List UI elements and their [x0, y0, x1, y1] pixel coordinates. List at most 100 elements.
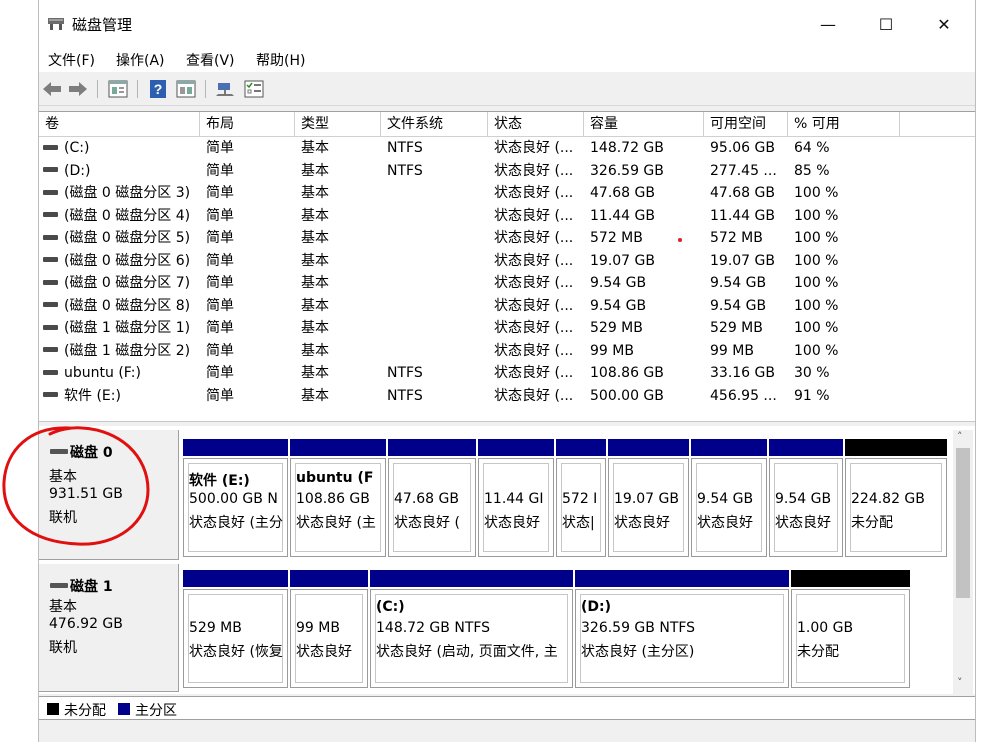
volume-cell: 状态良好 (...: [494, 137, 589, 159]
partition-status: 状态良好 (启动, 页面文件, 主: [376, 644, 558, 660]
column-header-percent-free[interactable]: % 可用: [788, 112, 900, 136]
partition-size: 11.44 GI: [484, 491, 544, 507]
menu-view[interactable]: 查看(V): [186, 50, 235, 70]
partition-block[interactable]: (D:) 326.59 GB NTFS 状态良好 (主分区): [575, 570, 789, 688]
volume-row[interactable]: (磁盘 0 磁盘分区 5) 简单 基本 状态良好 (... 572 MB 572 MB 10…: [39, 227, 975, 249]
partition-block[interactable]: 19.07 GB 状态良好: [608, 439, 689, 557]
partition-block[interactable]: 47.68 GB 状态良好 (: [388, 439, 476, 557]
volume-cell: 基本: [301, 272, 386, 294]
properties-button[interactable]: [107, 78, 129, 100]
volume-cell: 状态良好 (...: [494, 385, 589, 407]
volume-row[interactable]: ubuntu (F:) 简单 基本 NTFS 状态良好 (... 108.86 GB 33.…: [39, 362, 975, 384]
scrollbar-thumb[interactable]: [956, 448, 970, 598]
volume-row[interactable]: (磁盘 0 磁盘分区 8) 简单 基本 状态良好 (... 9.54 GB 9.54 GB…: [39, 295, 975, 317]
checklist-button[interactable]: [243, 78, 265, 100]
volume-cell-text: 108.86 GB: [590, 365, 664, 381]
volume-cell: 简单: [206, 205, 300, 227]
volume-cell-text: 基本: [301, 275, 329, 291]
partition-block[interactable]: ubuntu (F 108.86 GB 状态良好 (主: [290, 439, 386, 557]
volume-cell: [387, 205, 493, 227]
column-header-volume[interactable]: 卷: [39, 112, 200, 136]
volume-row[interactable]: (磁盘 0 磁盘分区 3) 简单 基本 状态良好 (... 47.68 GB 47.68 …: [39, 182, 975, 204]
connect-button[interactable]: [215, 78, 237, 100]
volume-cell: 9.54 GB: [710, 272, 793, 294]
back-button[interactable]: [41, 78, 63, 100]
volume-cell: 100 %: [794, 205, 904, 227]
view-button[interactable]: [175, 78, 197, 100]
partition-body: (C:) 148.72 GB NTFS 状态良好 (启动, 页面文件, 主: [370, 589, 573, 688]
column-header-layout[interactable]: 布局: [200, 112, 295, 136]
partition-size: 9.54 GB: [775, 491, 832, 507]
menu-action[interactable]: 操作(A): [116, 50, 165, 70]
volume-cell: 277.45 ...: [710, 160, 793, 182]
volume-icon: [43, 167, 58, 172]
properties-icon: [108, 80, 128, 98]
disk-0-label[interactable]: 磁盘 0 基本 931.51 GB 联机: [39, 430, 179, 560]
column-header-type[interactable]: 类型: [295, 112, 381, 136]
vertical-scrollbar[interactable]: ˄ ˅: [953, 430, 973, 694]
volume-cell: ubuntu (F:): [39, 362, 199, 384]
partition-status: 状态良好 (主分区): [581, 644, 695, 660]
close-button[interactable]: ✕: [921, 9, 967, 39]
partition-block[interactable]: 572 I 状态|: [556, 439, 606, 557]
volume-cell: 简单: [206, 227, 300, 249]
volume-row[interactable]: (磁盘 0 磁盘分区 4) 简单 基本 状态良好 (... 11.44 GB 11.44 …: [39, 205, 975, 227]
partition-block[interactable]: (C:) 148.72 GB NTFS 状态良好 (启动, 页面文件, 主: [370, 570, 573, 688]
column-header-capacity[interactable]: 容量: [584, 112, 704, 136]
volume-cell: NTFS: [387, 160, 493, 182]
column-header-filesystem[interactable]: 文件系统: [381, 112, 488, 136]
partition-size: 108.86 GB: [296, 491, 370, 507]
menu-help[interactable]: 帮助(H): [256, 50, 305, 70]
volume-cell: 19.07 GB: [710, 250, 793, 272]
menu-file[interactable]: 文件(F): [48, 50, 95, 70]
partition-block[interactable]: 9.54 GB 状态良好: [769, 439, 843, 557]
volume-row[interactable]: (磁盘 1 磁盘分区 2) 简单 基本 状态良好 (... 99 MB 99 MB 100 …: [39, 340, 975, 362]
partition-block[interactable]: 11.44 GI 状态良好: [478, 439, 554, 557]
disk-1-label[interactable]: 磁盘 1 基本 476.92 GB 联机: [39, 564, 179, 692]
volume-cell: 47.68 GB: [590, 182, 709, 204]
partition-type-bar: [388, 439, 476, 456]
help-button[interactable]: ?: [147, 78, 169, 100]
volume-cell-text: 基本: [301, 320, 329, 336]
partition-name: (D:): [581, 599, 612, 615]
volume-cell: 基本: [301, 295, 386, 317]
volume-cell: 简单: [206, 272, 300, 294]
column-header-free-space[interactable]: 可用空间: [704, 112, 788, 136]
volume-row[interactable]: (D:) 简单 基本 NTFS 状态良好 (... 326.59 GB 277.45 ...…: [39, 160, 975, 182]
scroll-up-icon[interactable]: ˄: [957, 430, 963, 443]
volume-cell: 基本: [301, 227, 386, 249]
partition-block[interactable]: 1.00 GB 未分配: [791, 570, 910, 688]
volume-row[interactable]: (磁盘 1 磁盘分区 1) 简单 基本 状态良好 (... 529 MB 529 MB 10…: [39, 317, 975, 339]
volume-row[interactable]: (磁盘 0 磁盘分区 6) 简单 基本 状态良好 (... 19.07 GB 19.07 …: [39, 250, 975, 272]
partition-block[interactable]: 9.54 GB 状态良好: [691, 439, 767, 557]
volume-cell: 9.54 GB: [590, 272, 709, 294]
column-header-status[interactable]: 状态: [488, 112, 584, 136]
volume-row[interactable]: 软件 (E:) 简单 基本 NTFS 状态良好 (... 500.00 GB 456.95 …: [39, 385, 975, 407]
volume-cell-text: 91 %: [794, 387, 830, 404]
volume-cell-text: 100 %: [794, 230, 839, 246]
volume-cell: NTFS: [387, 385, 493, 407]
partition-name: ubuntu (F: [296, 470, 374, 486]
volume-cell: 状态良好 (...: [494, 227, 589, 249]
toolbar-separator: [205, 80, 206, 98]
volume-cell-text: 基本: [301, 140, 329, 156]
forward-button[interactable]: [67, 78, 89, 100]
volume-row[interactable]: (磁盘 0 磁盘分区 7) 简单 基本 状态良好 (... 9.54 GB 9.54 GB…: [39, 272, 975, 294]
volume-cell-text: 状态良好 (...: [494, 162, 574, 179]
partition-type-bar: [575, 570, 789, 587]
volume-row[interactable]: (C:) 简单 基本 NTFS 状态良好 (... 148.72 GB 95.06 GB 64…: [39, 137, 975, 159]
volume-cell: 基本: [301, 250, 386, 272]
maximize-button[interactable]: ☐: [863, 9, 909, 39]
partition-block[interactable]: 99 MB 状态良好: [290, 570, 368, 688]
partition-block[interactable]: 224.82 GB 未分配: [845, 439, 947, 557]
minimize-button[interactable]: —: [805, 9, 851, 39]
scroll-down-icon[interactable]: ˅: [957, 676, 963, 689]
volume-cell-text: 简单: [206, 387, 234, 404]
volume-cell: 状态良好 (...: [494, 340, 589, 362]
volume-cell: 状态良好 (...: [494, 160, 589, 182]
volume-cell-text: 9.54 GB: [710, 297, 767, 314]
partition-name: 软件 (E:): [189, 473, 250, 489]
partition-block[interactable]: 529 MB 状态良好 (恢复: [183, 570, 288, 688]
volume-cell: 11.44 GB: [710, 205, 793, 227]
partition-block[interactable]: 软件 (E:) 500.00 GB N 状态良好 (主分: [183, 439, 288, 557]
